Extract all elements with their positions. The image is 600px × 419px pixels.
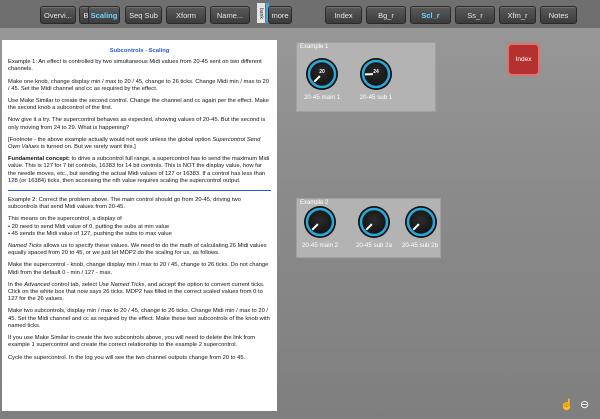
bank-selector[interactable]: bank [257,3,265,23]
knob-dial [305,207,335,237]
zoom-out-icon[interactable]: ⊖ [580,398,589,411]
tab-xform[interactable]: Xform [166,6,206,24]
doc-paragraph: Example 1: An effect is controlled by tw… [8,59,262,73]
knob-main-1[interactable]: 20 [306,58,338,90]
doc-bold-text: Fundamental concept: [8,156,70,163]
tab-overview[interactable]: Overvi... [40,6,76,24]
knob-needle [412,223,420,231]
doc-title: Subcontrols - Scaling [109,48,170,54]
doc-paragraph: Now give it a try. The supercontrol beha… [8,117,266,131]
tab-ss-r[interactable]: Ss_r [455,6,495,24]
doc-paragraph: This means on the supercontrol, a displa… [8,216,122,223]
app-frame: Overvi... Btn Gps Scaling Seq Sub Xform … [0,0,600,419]
tab-xfm-r[interactable]: Xfm_r [499,6,536,24]
knob-label: 20-45 sub 1 [359,94,393,101]
doc-paragraph: Named Ticks allows us to specify these v… [8,243,271,257]
doc-text: allows us to specify these values. We ne… [8,243,267,257]
doc-bullet-list: • 20 need to send Midi value of 0, putti… [8,224,271,238]
knob-label: 20-45 main 1 [303,94,341,101]
knob-value: 24 [373,69,379,75]
tab-notes[interactable]: Notes [540,6,577,24]
doc-paragraph: Cycle the supercontrol. In the log you w… [8,354,246,361]
knob-label: 20-45 sub 2a [355,242,393,249]
knob-dial [406,207,436,237]
doc-italic-text: Use Named Ticks [98,281,145,288]
knob-needle [313,75,321,83]
list-item: • 20 need to send Midi value of 0, putti… [8,223,170,230]
knob-needle [311,223,319,231]
knob-main-2[interactable] [304,206,336,238]
doc-paragraph: Make one knob, change display min / max … [8,78,270,92]
knob-ring [406,207,436,237]
pointer-hand-icon[interactable]: ☝ [560,398,574,411]
knob-label: 20-45 sub 2b [401,242,439,249]
knob-needle [365,223,373,231]
doc-paragraph: Fundamental concept: to drive a subcontr… [8,156,271,185]
tab-seq-sub[interactable]: Seq Sub [125,6,162,24]
doc-paragraph: Use Make Similar to create the second co… [8,98,269,112]
knob-sub-2b[interactable] [405,206,437,238]
tab-bg-r[interactable]: Bg_r [366,6,406,24]
doc-text: control tab, select [49,281,99,288]
knob-ring [305,207,335,237]
more-button[interactable]: more [268,6,292,24]
doc-paragraph: In the Advanced control tab, select Use … [8,282,271,304]
doc-paragraph: Make the supercontrol - knob, change dis… [8,262,269,276]
doc-paragraph: Example 2: Correct the problem above. Th… [8,197,241,211]
knob-sub-1[interactable]: 24 [360,58,392,90]
tab-index[interactable]: Index [325,6,362,24]
tab-scaling[interactable]: Scaling [88,6,120,24]
list-item: • 45 sends the Midi value of 127, pushin… [8,230,172,237]
doc-footnote: [Footnote - the above example actually w… [8,137,271,151]
doc-text: is turned on. But we rarely want this.] [39,144,136,151]
doc-divider [8,190,271,192]
knob-value: 20 [319,69,325,75]
tab-bar: Overvi... Btn Gps Scaling Seq Sub Xform … [0,0,600,28]
doc-paragraph: If you use Make Similar to create the tw… [8,335,256,349]
knob-sub-2a[interactable] [358,206,390,238]
doc-paragraph: Make two subcontrols, display min / max … [8,308,270,329]
doc-text: [Footnote - the above example actually w… [8,136,213,143]
index-button[interactable]: Index [507,43,540,76]
tab-scl-r[interactable]: Scl_r [410,6,451,24]
document-panel[interactable]: Subcontrols - Scaling Example 1: An effe… [2,40,277,411]
knob-dial [359,207,389,237]
doc-italic-text: Named Ticks [8,243,42,250]
tab-name[interactable]: Name... [210,6,250,24]
doc-text: In the [8,281,25,288]
doc-italic-text: Advanced [24,281,50,288]
knob-label: 20-45 main 2 [301,242,339,249]
knob-ring [359,207,389,237]
example1-title: Example 1 [300,44,329,50]
